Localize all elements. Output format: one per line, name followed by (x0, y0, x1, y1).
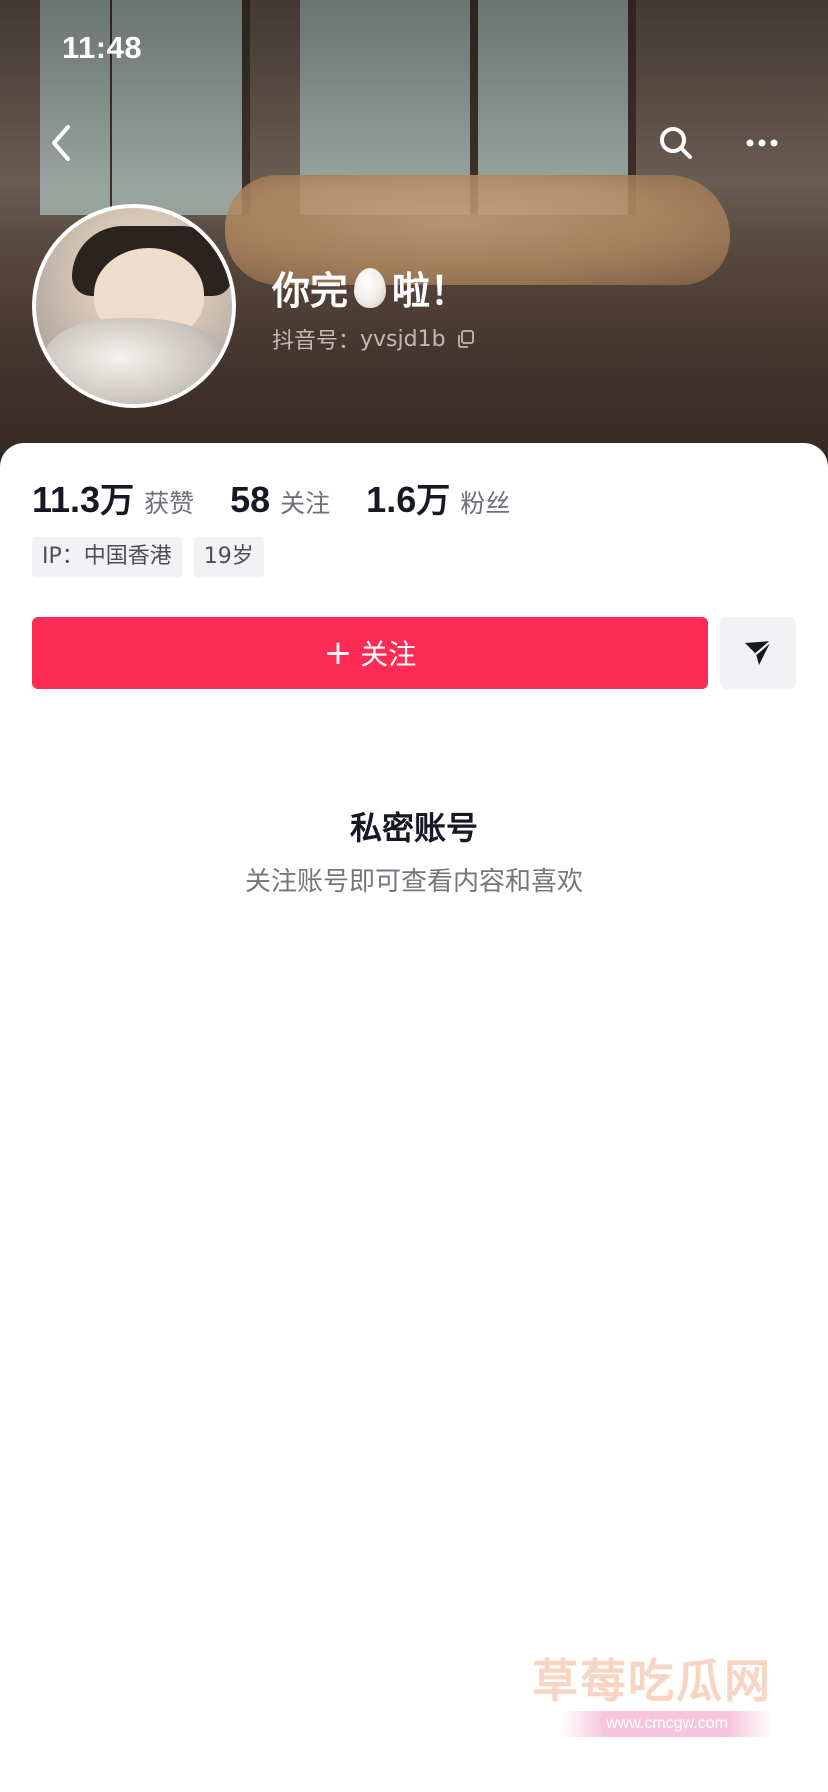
more-icon (746, 139, 778, 147)
tag-ip-location: IP：中国香港 (32, 537, 182, 577)
profile-tags: IP：中国香港 19岁 (32, 537, 276, 577)
douyin-id-value: yvsjd1b (360, 326, 446, 352)
nickname-part: 啦！ (392, 269, 469, 313)
stat-label: 关注 (280, 489, 331, 518)
chevron-left-icon (52, 125, 70, 161)
watermark-text: 草莓吃瓜网 (532, 1654, 772, 1708)
back-button[interactable] (34, 115, 90, 171)
status-time: 11:48 (62, 30, 143, 65)
profile-card: 11.3万 获赞 58 关注 1.6万 粉丝 IP：中国香港 19岁 + 关注 … (0, 443, 828, 1792)
nickname-part: 你完 (272, 269, 349, 313)
stat-number: 11.3万 (32, 479, 135, 521)
stat-label: 获赞 (144, 489, 195, 518)
avatar[interactable] (32, 204, 236, 408)
private-account-title: 私密账号 (349, 809, 478, 847)
share-button[interactable] (720, 617, 796, 689)
stat-number: 58 (230, 479, 271, 520)
stat-label: 粉丝 (460, 489, 511, 518)
stat-followers[interactable]: 1.6万 粉丝 (366, 473, 510, 522)
stat-following[interactable]: 58 关注 (230, 479, 330, 521)
stat-likes[interactable]: 11.3万 获赞 (32, 473, 194, 522)
search-button[interactable] (648, 115, 704, 171)
douyin-id-label: 抖音号： (272, 329, 361, 354)
plus-icon: + (323, 633, 353, 673)
follow-label: 关注 (360, 638, 417, 671)
watermark: 草莓吃瓜网 www.cmcgw.com (520, 1645, 800, 1745)
nickname: 你完 啦！ (272, 260, 468, 315)
stats-row: 11.3万 获赞 58 关注 1.6万 粉丝 (32, 473, 546, 523)
more-button[interactable] (734, 115, 790, 171)
private-account-subtitle: 关注账号即可查看内容和喜欢 (244, 867, 583, 897)
follow-button[interactable]: + 关注 (32, 617, 708, 689)
egg-emoji-icon (354, 267, 387, 308)
tag-age: 19岁 (193, 537, 264, 577)
send-icon (745, 640, 772, 665)
watermark-url: www.cmcgw.com (562, 1711, 772, 1737)
stat-number: 1.6万 (366, 479, 451, 521)
avatar-cat (44, 318, 232, 404)
search-icon (660, 127, 692, 159)
douyin-id-row: 抖音号： yvsjd1b (272, 323, 476, 355)
copy-icon[interactable] (456, 329, 476, 349)
